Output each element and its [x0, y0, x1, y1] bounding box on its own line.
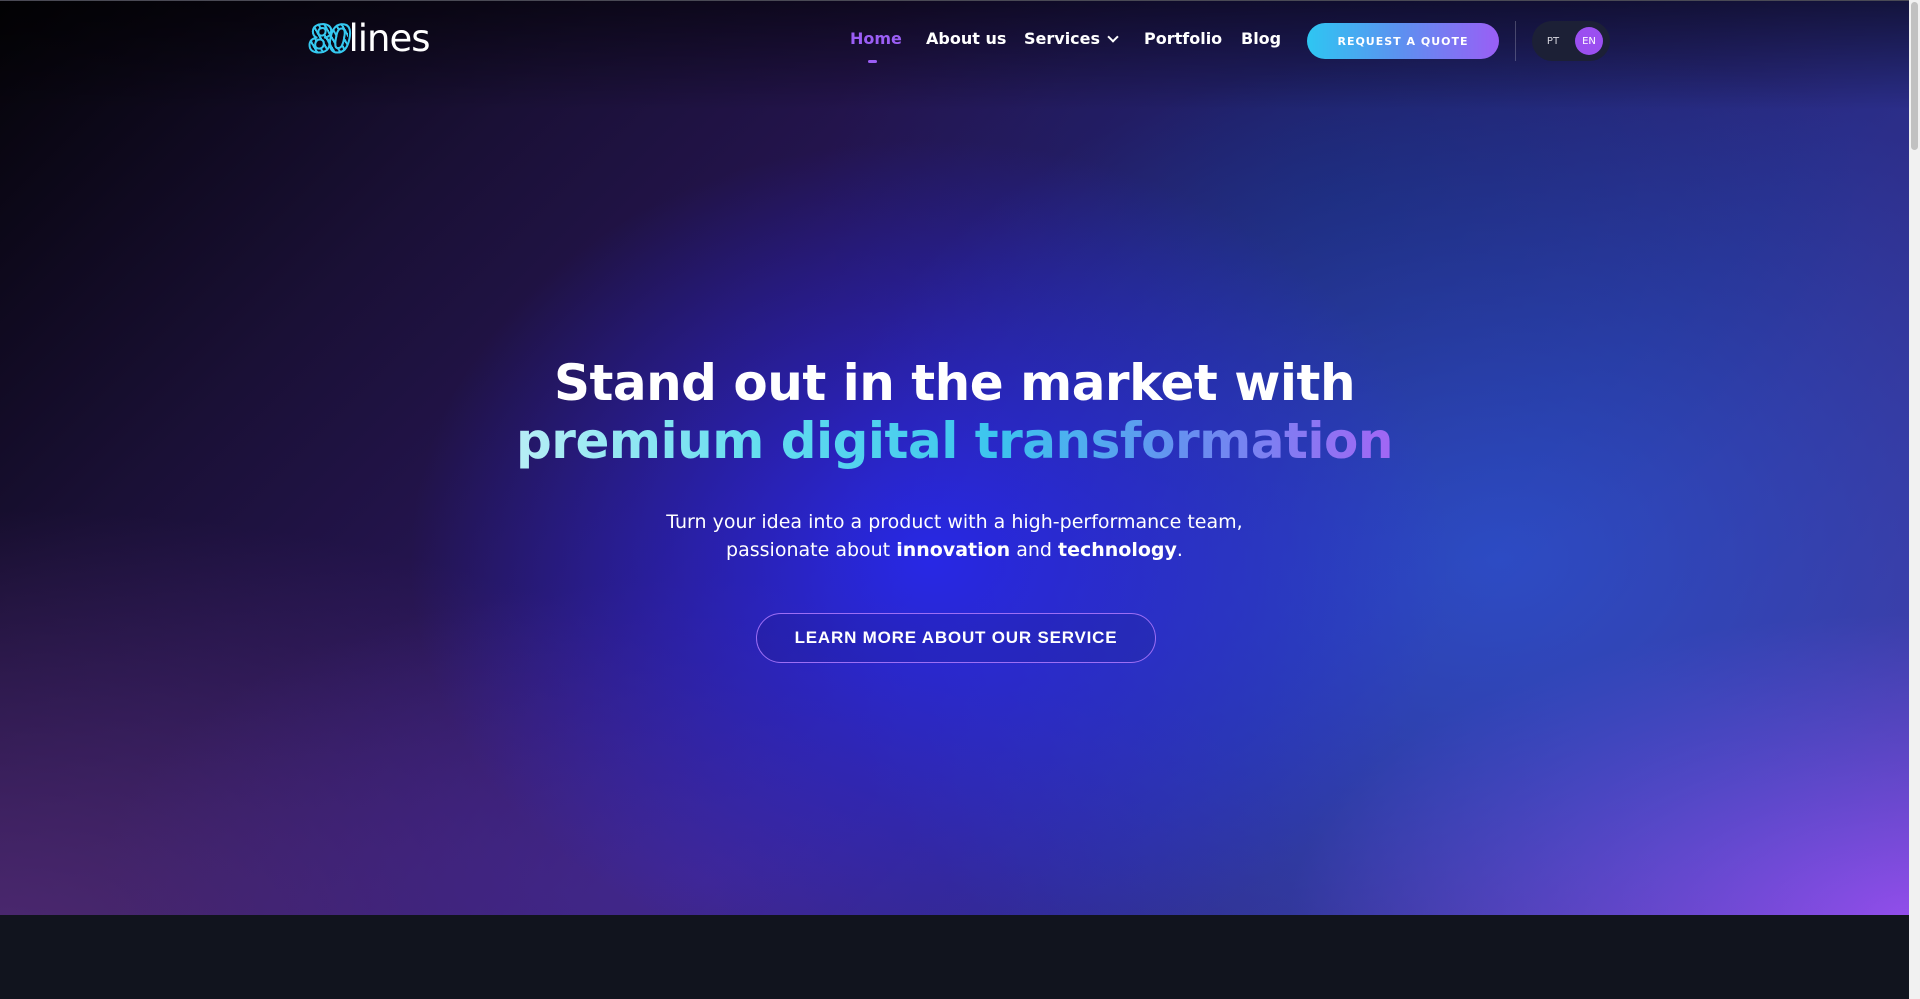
hero-subtitle-and: and	[1010, 539, 1059, 561]
chevron-down-icon	[1107, 31, 1119, 43]
request-quote-button[interactable]: REQUEST A QUOTE	[1307, 23, 1499, 59]
hero-section: 80 lines Home About us Services Portfoli…	[0, 0, 1909, 915]
nav-item-services[interactable]: Services	[1024, 26, 1119, 52]
active-nav-indicator	[868, 60, 877, 63]
language-switcher: PT EN	[1532, 21, 1610, 61]
logo-wordmark: lines	[348, 17, 431, 60]
logo-mark: 80	[308, 17, 351, 61]
nav-item-services-label: Services	[1024, 29, 1101, 48]
page: 80 lines Home About us Services Portfoli…	[0, 0, 1920, 999]
nav-item-home[interactable]: Home	[850, 26, 902, 52]
scrollbar-thumb[interactable]	[1911, 2, 1918, 150]
language-option-pt[interactable]: PT	[1539, 27, 1567, 55]
hero-subtitle: Turn your idea into a product with a hig…	[0, 508, 1909, 564]
hero-subtitle-innovation: innovation	[896, 539, 1011, 561]
hero-subtitle-period: .	[1176, 539, 1183, 561]
hero-subtitle-technology: technology	[1058, 539, 1177, 561]
logo[interactable]: 80 lines	[308, 17, 431, 61]
hero-headline: Stand out in the market with premium dig…	[0, 354, 1909, 470]
nav-item-portfolio[interactable]: Portfolio	[1144, 26, 1222, 52]
top-divider	[0, 0, 1909, 1]
hero-headline-line2: premium digital transformation	[516, 412, 1394, 470]
nav-divider	[1515, 21, 1516, 61]
hero-headline-line1: Stand out in the market with	[553, 354, 1356, 412]
nav-item-blog[interactable]: Blog	[1241, 26, 1281, 52]
learn-more-button[interactable]: LEARN MORE ABOUT OUR SERVICE	[756, 613, 1156, 663]
hero-subtitle-text: passionate about	[726, 539, 897, 561]
page-scrollbar[interactable]	[1909, 0, 1920, 999]
hero-subtitle-line1: Turn your idea into a product with a hig…	[666, 511, 1243, 533]
language-option-en[interactable]: EN	[1575, 27, 1603, 55]
nav-item-about-us[interactable]: About us	[926, 26, 1006, 52]
